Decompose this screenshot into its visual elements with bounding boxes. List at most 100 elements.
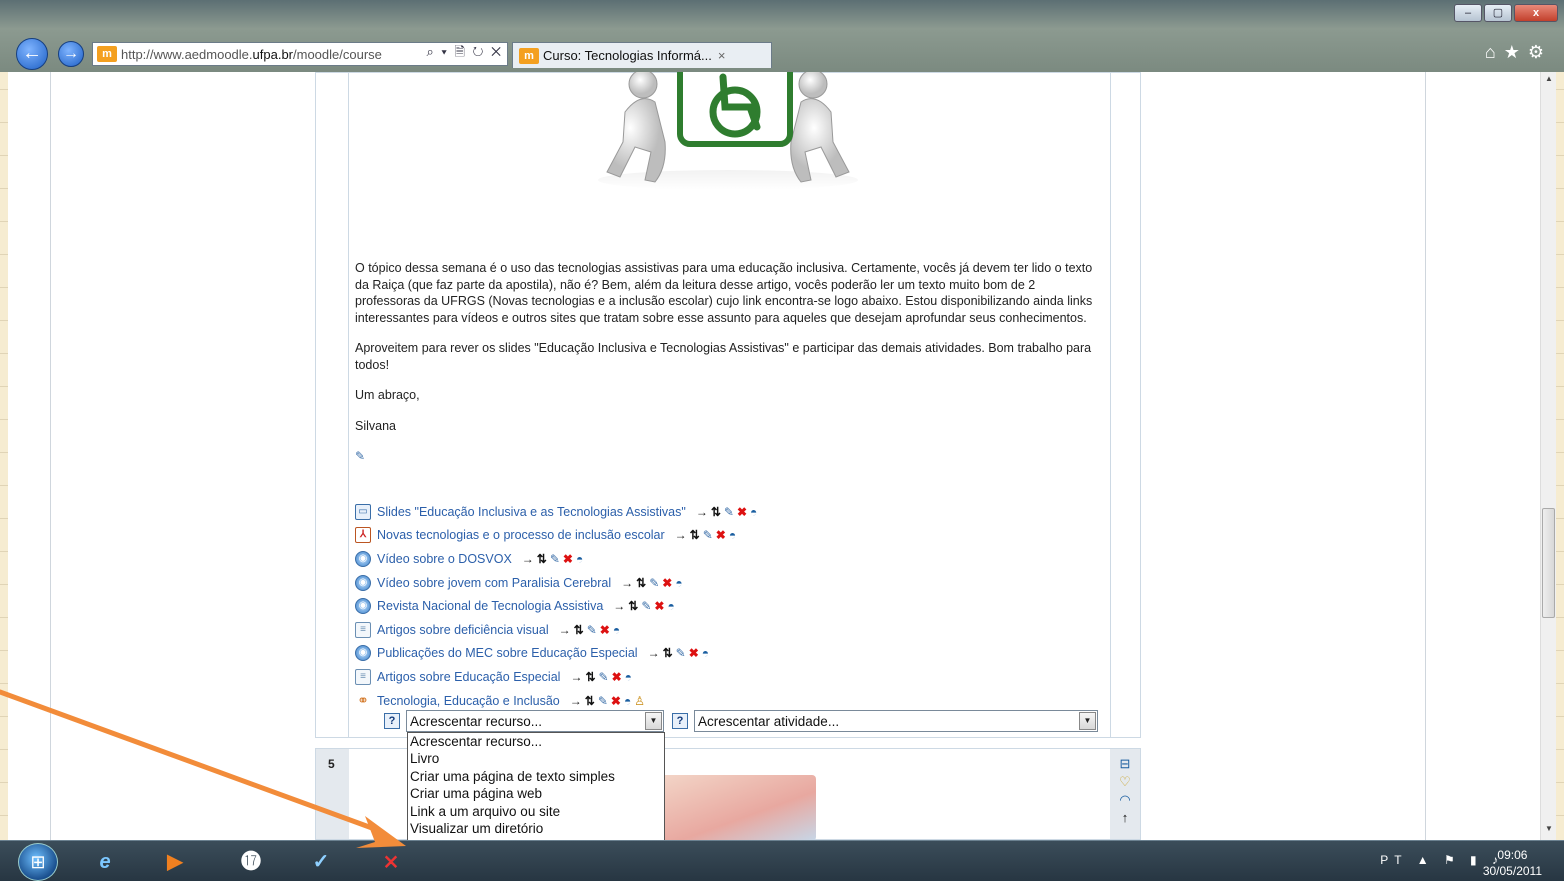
delete-icon[interactable]: ✖ [600, 623, 613, 637]
edit-summary-icon[interactable]: ✎ [355, 449, 365, 463]
edit-icon[interactable]: ✎ [703, 528, 716, 542]
start-button[interactable]: ⊞ [18, 843, 58, 881]
vertical-scrollbar[interactable]: ▲ ▼ [1540, 72, 1556, 840]
delete-icon[interactable]: ✖ [716, 528, 729, 542]
help-icon[interactable]: ? [384, 713, 400, 729]
network-signal-icon[interactable]: ▮ [1470, 853, 1483, 867]
resource-link[interactable]: Artigos sobre deficiência visual [377, 623, 549, 637]
clock[interactable]: 09:06 30/05/2011 [1483, 847, 1542, 879]
language-indicator[interactable]: PT [1380, 853, 1407, 867]
resource-link[interactable]: Tecnologia, Educação e Inclusão [377, 694, 560, 708]
edit-icon[interactable]: ✎ [649, 576, 662, 590]
highlight-bulb-icon[interactable]: ♡ [1110, 773, 1140, 791]
move-icon[interactable]: ⇅ [711, 505, 724, 519]
delete-icon[interactable]: ✖ [611, 694, 624, 708]
move-icon[interactable]: ⇅ [636, 576, 649, 590]
move-right-icon[interactable]: → [522, 552, 537, 566]
tab-close-icon[interactable]: × [718, 48, 726, 63]
move-right-icon[interactable]: → [559, 623, 574, 637]
edit-icon[interactable]: ✎ [550, 552, 563, 566]
dropdown-option[interactable]: Usar um pacote IMS CP [408, 837, 664, 840]
favorites-star-icon[interactable]: ★ [1504, 42, 1528, 62]
settings-gear-icon[interactable]: ⚙ [1528, 42, 1552, 62]
address-tools-icons[interactable]: ⌕ ▾ 🗎 ↻ ✕ [426, 43, 507, 65]
visibility-eye-icon[interactable]: ◓ [750, 505, 760, 519]
maximize-button[interactable]: ▢ [1484, 4, 1512, 22]
resource-link[interactable]: Novas tecnologias e o processo de inclus… [377, 528, 665, 542]
move-icon[interactable]: ⇅ [585, 694, 598, 708]
help-icon[interactable]: ? [672, 713, 688, 729]
minimize-button[interactable]: – [1454, 4, 1482, 22]
edit-icon[interactable]: ✎ [587, 623, 600, 637]
delete-icon[interactable]: ✖ [662, 576, 675, 590]
address-url[interactable]: http://www.aedmoodle.ufpa.br/moodle/cour… [121, 47, 426, 62]
move-icon[interactable]: ⇅ [663, 646, 676, 660]
home-icon[interactable]: ⌂ [1485, 42, 1504, 62]
dropdown-option[interactable]: Visualizar um diretório [408, 820, 664, 837]
hp-icon[interactable]: ⓱ [226, 845, 276, 879]
group-mode-icon[interactable]: ♙ [634, 694, 648, 708]
show-hidden-icons-icon[interactable]: ▲ [1417, 853, 1435, 867]
dropdown-option[interactable]: Link a um arquivo ou site [408, 803, 664, 820]
edit-icon[interactable]: ✎ [724, 505, 737, 519]
move-icon[interactable]: ⇅ [574, 623, 587, 637]
delete-icon[interactable]: ✖ [737, 505, 750, 519]
visibility-eye-icon[interactable]: ◓ [613, 623, 623, 637]
hide-eye-icon[interactable]: ◠ [1110, 791, 1140, 809]
add-activity-select[interactable]: Acrescentar atividade... ▼ [694, 710, 1098, 732]
move-icon[interactable]: ⇅ [690, 528, 703, 542]
add-resource-select[interactable]: Acrescentar recurso... ▼ [406, 710, 664, 732]
visibility-eye-icon[interactable]: ◓ [576, 552, 586, 566]
move-right-icon[interactable]: → [621, 576, 636, 590]
scroll-down-icon[interactable]: ▼ [1541, 824, 1556, 838]
forward-button[interactable]: → [58, 41, 84, 67]
acrobat-icon[interactable]: ⨯ [366, 845, 416, 879]
action-center-flag-icon[interactable]: ⚑ [1444, 853, 1461, 867]
resource-link[interactable]: Slides "Educação Inclusiva e as Tecnolog… [377, 505, 686, 519]
move-right-icon[interactable]: → [696, 505, 711, 519]
resource-link[interactable]: Vídeo sobre o DOSVOX [377, 552, 512, 566]
move-icon[interactable]: ⇅ [628, 599, 641, 613]
move-right-icon[interactable]: → [675, 528, 690, 542]
move-icon[interactable]: ⇅ [585, 670, 598, 684]
edit-icon[interactable]: ✎ [676, 646, 689, 660]
address-bar[interactable]: m http://www.aedmoodle.ufpa.br/moodle/co… [92, 42, 508, 66]
move-icon[interactable]: ⇅ [537, 552, 550, 566]
delete-icon[interactable]: ✖ [612, 670, 625, 684]
dropdown-option[interactable]: Criar uma página web [408, 785, 664, 802]
scrollbar-thumb[interactable] [1542, 508, 1555, 618]
edit-icon[interactable]: ✎ [599, 670, 612, 684]
dropdown-option[interactable]: Acrescentar recurso... [408, 733, 664, 750]
visibility-eye-icon[interactable]: ◓ [624, 694, 634, 708]
delete-icon[interactable]: ✖ [563, 552, 576, 566]
delete-icon[interactable]: ✖ [654, 599, 667, 613]
chart-app-icon[interactable]: ✓ [296, 845, 346, 879]
move-right-icon[interactable]: → [570, 670, 585, 684]
edit-icon[interactable]: ✎ [641, 599, 654, 613]
resource-link[interactable]: Artigos sobre Educação Especial [377, 670, 560, 684]
collapse-icon[interactable]: ⊟ [1110, 755, 1140, 773]
visibility-eye-icon[interactable]: ◓ [625, 670, 635, 684]
scroll-up-icon[interactable]: ▲ [1541, 74, 1556, 88]
visibility-eye-icon[interactable]: ◓ [702, 646, 712, 660]
move-right-icon[interactable]: → [570, 694, 585, 708]
internet-explorer-icon[interactable]: e [80, 845, 130, 879]
resource-link[interactable]: Vídeo sobre jovem com Paralisia Cerebral [377, 576, 611, 590]
move-up-icon[interactable]: ↑ [1110, 809, 1140, 827]
move-right-icon[interactable]: → [613, 599, 628, 613]
chevron-down-icon[interactable]: ▼ [645, 712, 662, 730]
tab-course[interactable]: m Curso: Tecnologias Informá... × [512, 42, 772, 68]
chevron-down-icon[interactable]: ▼ [1079, 712, 1096, 730]
close-window-button[interactable]: x [1514, 4, 1558, 22]
edit-icon[interactable]: ✎ [598, 694, 611, 708]
media-player-icon[interactable]: ▶ [150, 845, 200, 879]
dropdown-option[interactable]: Livro [408, 750, 664, 767]
back-button[interactable]: ← [16, 38, 48, 70]
resource-link[interactable]: Revista Nacional de Tecnologia Assistiva [377, 599, 603, 613]
delete-icon[interactable]: ✖ [689, 646, 702, 660]
visibility-eye-icon[interactable]: ◓ [729, 528, 739, 542]
visibility-eye-icon[interactable]: ◓ [667, 599, 677, 613]
move-right-icon[interactable]: → [648, 646, 663, 660]
resource-link[interactable]: Publicações do MEC sobre Educação Especi… [377, 646, 638, 660]
visibility-eye-icon[interactable]: ◓ [675, 576, 685, 590]
